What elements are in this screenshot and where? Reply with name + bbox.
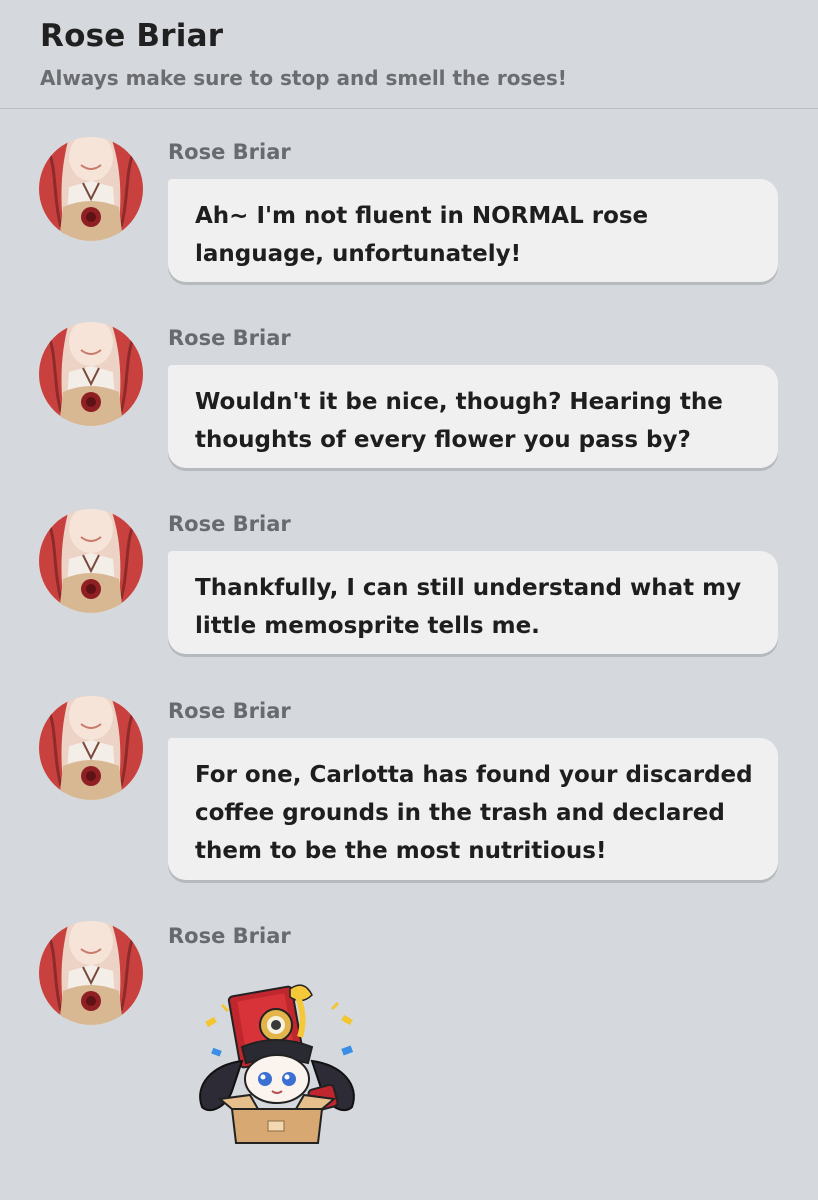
message-text: Wouldn't it be nice, though? Hearing the <box>195 389 723 415</box>
message-text: For one, Carlotta has found your discard… <box>195 762 753 788</box>
chibi-box-sticker[interactable] <box>192 975 367 1150</box>
sender-name: Rose Briar <box>168 924 291 948</box>
avatar[interactable] <box>39 137 143 241</box>
chat-subtitle: Always make sure to stop and smell the r… <box>40 66 567 90</box>
sender-name: Rose Briar <box>168 699 291 723</box>
chat-header: Rose Briar Always make sure to stop and … <box>0 0 818 109</box>
message-bubble: For one, Carlotta has found your discard… <box>168 738 778 880</box>
message-text: them to be the most nutritious! <box>195 838 607 864</box>
message-text: thoughts of every flower you pass by? <box>195 427 691 453</box>
message-text: coffee grounds in the trash and declared <box>195 800 725 826</box>
avatar[interactable] <box>39 696 143 800</box>
message-text: Thankfully, I can still understand what … <box>195 575 742 601</box>
message-text: little memosprite tells me. <box>195 613 540 639</box>
message-bubble: Thankfully, I can still understand what … <box>168 551 778 654</box>
sender-name: Rose Briar <box>168 140 291 164</box>
message-bubble: Wouldn't it be nice, though? Hearing the… <box>168 365 778 468</box>
chat-title: Rose Briar <box>40 18 224 54</box>
message-text: Ah~ I'm not fluent in NORMAL rose <box>195 203 649 229</box>
message-bubble: Ah~ I'm not fluent in NORMAL rose langua… <box>168 179 778 282</box>
message-text: language, unfortunately! <box>195 241 522 267</box>
avatar[interactable] <box>39 509 143 613</box>
sender-name: Rose Briar <box>168 326 291 350</box>
avatar[interactable] <box>39 921 143 1025</box>
sender-name: Rose Briar <box>168 512 291 536</box>
avatar[interactable] <box>39 322 143 426</box>
